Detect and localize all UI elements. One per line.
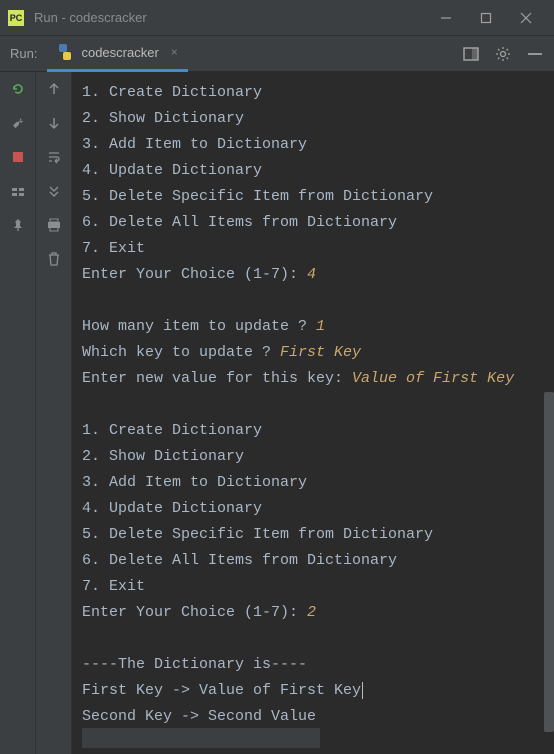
content-area: 1. Create Dictionary 2. Show Dictionary … [0,72,554,754]
output-line: Second Key -> Second Value [82,704,544,730]
menu-line: 2. Show Dictionary [82,444,544,470]
prompt-text: Enter Your Choice (1-7): [82,266,307,283]
output-line: ----The Dictionary is---- [82,652,544,678]
tab-codescracker[interactable]: codescracker × [47,36,187,72]
down-arrow-icon[interactable] [45,114,63,132]
rerun-icon[interactable] [9,80,27,98]
wrap-icon[interactable] [45,148,63,166]
prompt-text: Enter new value for this key: [82,370,352,387]
prompt-text: How many item to update ? [82,318,316,335]
menu-line: 6. Delete All Items from Dictionary [82,548,544,574]
layout-toggle-icon[interactable] [9,182,27,200]
menu-line: 4. Update Dictionary [82,158,544,184]
blank-line [82,626,544,652]
toolbar-right [462,45,554,63]
left-gutter-2 [36,72,72,754]
user-input: 1 [316,318,325,335]
user-input: 2 [307,604,316,621]
menu-line: 2. Show Dictionary [82,106,544,132]
prompt-text: Enter Your Choice (1-7): [82,604,307,621]
menu-line: 5. Delete Specific Item from Dictionary [82,522,544,548]
menu-line: 7. Exit [82,236,544,262]
scroll-end-icon[interactable] [45,182,63,200]
minimize-button[interactable] [426,0,466,36]
trash-icon[interactable] [45,250,63,268]
stop-icon[interactable] [9,148,27,166]
console-input[interactable] [82,728,320,748]
menu-line: 3. Add Item to Dictionary [82,132,544,158]
tab-name: codescracker [81,45,158,60]
prompt-line: Enter Your Choice (1-7): 4 [82,262,544,288]
menu-line: 7. Exit [82,574,544,600]
left-gutter-1 [0,72,36,754]
hide-icon[interactable] [526,45,544,63]
blank-line [82,288,544,314]
wrench-icon[interactable] [9,114,27,132]
menu-line: 4. Update Dictionary [82,496,544,522]
scrollbar-thumb[interactable] [544,392,554,732]
text-cursor [362,682,363,699]
tab-close-button[interactable]: × [171,45,178,59]
prompt-line: How many item to update ? 1 [82,314,544,340]
menu-line: 3. Add Item to Dictionary [82,470,544,496]
window-title: Run - codescracker [34,10,426,25]
app-icon: PC [8,10,24,26]
gear-icon[interactable] [494,45,512,63]
console-output[interactable]: 1. Create Dictionary 2. Show Dictionary … [72,72,554,754]
run-toolbar: Run: codescracker × [0,36,554,72]
layout-icon[interactable] [462,45,480,63]
output-line: First Key -> Value of First Key [82,678,544,704]
user-input: First Key [280,344,361,361]
menu-line: 5. Delete Specific Item from Dictionary [82,184,544,210]
python-icon [57,44,73,60]
menu-line: 6. Delete All Items from Dictionary [82,210,544,236]
title-bar: PC Run - codescracker [0,0,554,36]
prompt-line: Enter Your Choice (1-7): 2 [82,600,544,626]
run-label: Run: [0,46,47,61]
close-button[interactable] [506,0,546,36]
dict-row: First Key -> Value of First Key [82,682,361,699]
print-icon[interactable] [45,216,63,234]
prompt-line: Enter new value for this key: Value of F… [82,366,544,392]
menu-line: 1. Create Dictionary [82,418,544,444]
prompt-text: Which key to update ? [82,344,280,361]
user-input: Value of First Key [352,370,514,387]
prompt-line: Which key to update ? First Key [82,340,544,366]
user-input: 4 [307,266,316,283]
blank-line [82,392,544,418]
pin-icon[interactable] [9,216,27,234]
menu-line: 1. Create Dictionary [82,80,544,106]
maximize-button[interactable] [466,0,506,36]
up-arrow-icon[interactable] [45,80,63,98]
